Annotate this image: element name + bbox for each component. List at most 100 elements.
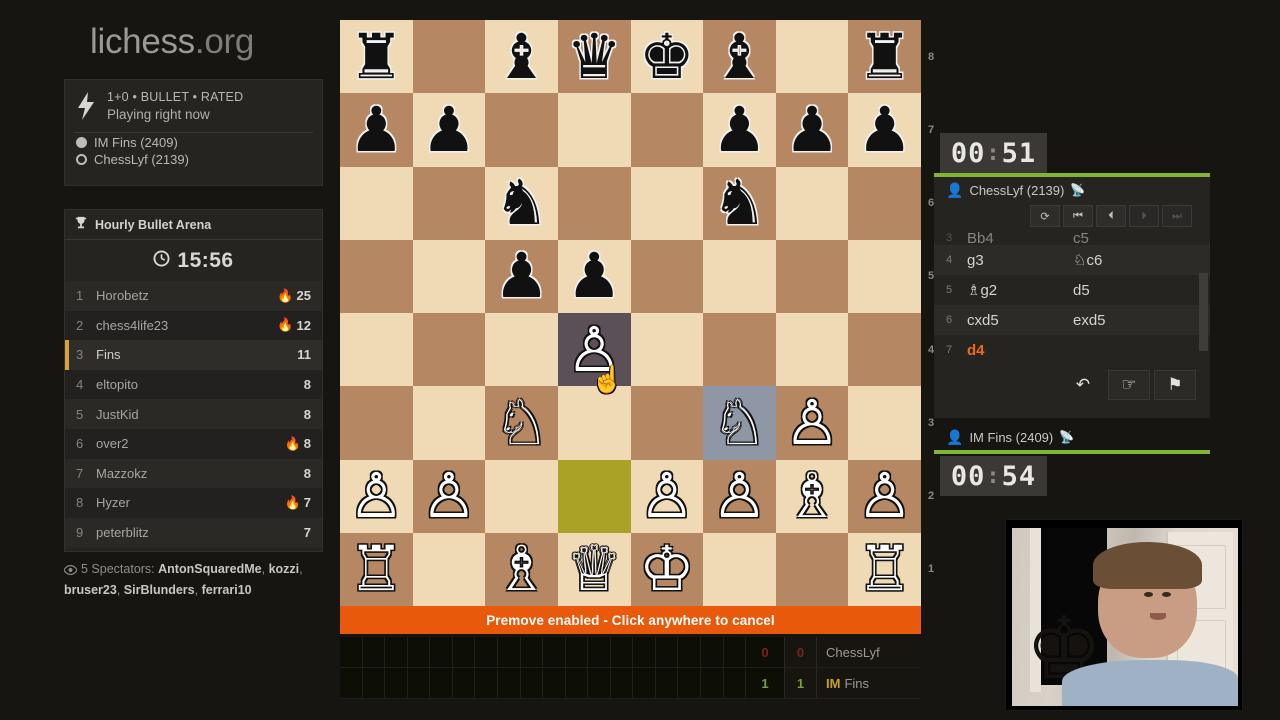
board-square-f3[interactable]: ♘ xyxy=(703,386,776,460)
piece-p-b7[interactable]: ♟ xyxy=(413,93,486,166)
chess-board[interactable]: ♜ ♝ ♛ ♚ ♝ ♜ ♟ ♟ ♟ ♟ ♟ ♞ ♞ ♟ ♟ ♙ ♘ ♘ ♙ ♙ ♙ ♙ ♙ ♗ ♙ ♖ ♗ ♕ ♔ ♖ xyxy=(340,20,921,606)
board-square-h8[interactable]: ♜ xyxy=(848,20,921,94)
piece-n-c6[interactable]: ♞ xyxy=(485,167,558,240)
piece-P-h2[interactable]: ♙ xyxy=(848,460,921,533)
board-square-e6[interactable] xyxy=(630,166,704,240)
board-square-h2[interactable]: ♙ xyxy=(848,459,921,533)
move-black[interactable]: c5 xyxy=(1070,231,1176,245)
board-square-f5[interactable] xyxy=(703,239,776,313)
board-square-d1[interactable]: ♕ xyxy=(557,532,631,606)
tournament-standing-row[interactable]: 7 Mazzokz 8 xyxy=(65,458,322,489)
board-square-g1[interactable] xyxy=(775,532,849,606)
move-black[interactable]: ♘c6 xyxy=(1070,251,1176,269)
chess-board-wrapper[interactable]: ♜ ♝ ♛ ♚ ♝ ♜ ♟ ♟ ♟ ♟ ♟ ♞ ♞ ♟ ♟ ♙ ♘ ♘ ♙ ♙ ♙ ♙ ♙ ♗ ♙ ♖ ♗ ♕ ♔ ♖ xyxy=(340,20,921,606)
opponent-player-bar[interactable]: 👤 ChessLyf (2139) 📡 xyxy=(934,177,1210,203)
board-square-g4[interactable] xyxy=(775,313,849,387)
board-square-d2[interactable] xyxy=(557,459,631,533)
self-player-bar[interactable]: 👤 IM Fins (2409) 📡 xyxy=(934,424,1210,450)
tournament-standing-row[interactable]: 5 JustKid 8 xyxy=(65,399,322,429)
board-square-c2[interactable] xyxy=(485,459,558,533)
move-black[interactable]: d5 xyxy=(1070,282,1176,299)
piece-p-d5[interactable]: ♟ xyxy=(558,240,631,313)
tournament-standing-row[interactable]: 6 over2 🔥 8 xyxy=(65,428,322,459)
prev-move-icon[interactable]: ⏴ xyxy=(1096,205,1126,227)
piece-P-b2[interactable]: ♙ xyxy=(413,460,486,533)
board-square-d3[interactable] xyxy=(557,386,631,460)
piece-K-e1[interactable]: ♔ xyxy=(631,533,704,606)
board-square-e4[interactable] xyxy=(630,313,704,387)
piece-p-h7[interactable]: ♟ xyxy=(848,93,921,166)
board-square-a1[interactable]: ♖ xyxy=(340,532,413,606)
board-square-h7[interactable]: ♟ xyxy=(848,93,921,167)
board-square-d7[interactable] xyxy=(557,93,631,167)
board-square-c5[interactable]: ♟ xyxy=(485,239,558,313)
piece-R-h1[interactable]: ♖ xyxy=(848,533,921,606)
move-white[interactable]: g3 xyxy=(964,252,1070,269)
board-square-h5[interactable] xyxy=(848,239,921,313)
board-square-a2[interactable]: ♙ xyxy=(340,459,413,533)
piece-P-d4[interactable]: ♙ xyxy=(558,313,631,386)
draw-offer-button[interactable]: ☞ xyxy=(1108,370,1150,400)
board-square-c7[interactable] xyxy=(485,93,558,167)
piece-R-a1[interactable]: ♖ xyxy=(340,533,413,606)
board-square-a4[interactable] xyxy=(340,313,413,387)
piece-q-d8[interactable]: ♛ xyxy=(558,20,631,93)
move-navigation-buttons[interactable]: ⟳ ⏮ ⏴ ⏵ ⏭ xyxy=(934,203,1210,231)
board-square-a5[interactable] xyxy=(340,239,413,313)
first-move-icon[interactable]: ⏮ xyxy=(1063,205,1093,227)
board-square-e5[interactable] xyxy=(630,239,704,313)
board-square-a8[interactable]: ♜ xyxy=(340,20,413,94)
board-square-d8[interactable]: ♛ xyxy=(557,20,631,94)
piece-P-g3[interactable]: ♙ xyxy=(776,386,849,459)
piece-k-e8[interactable]: ♚ xyxy=(631,20,704,93)
board-square-f6[interactable]: ♞ xyxy=(703,166,776,240)
board-square-a6[interactable] xyxy=(340,166,413,240)
resign-button[interactable]: ⚑ xyxy=(1154,370,1196,400)
tournament-header[interactable]: Hourly Bullet Arena xyxy=(65,210,322,240)
board-square-b2[interactable]: ♙ xyxy=(412,459,486,533)
premove-banner[interactable]: Premove enabled - Click anywhere to canc… xyxy=(340,606,921,634)
board-square-g2[interactable]: ♗ xyxy=(775,459,849,533)
board-square-b5[interactable] xyxy=(412,239,486,313)
move-list-scrollbar[interactable] xyxy=(1199,273,1208,351)
board-square-f4[interactable] xyxy=(703,313,776,387)
player-black-row[interactable]: ChessLyf (2139) xyxy=(65,150,322,167)
move-row[interactable]: 5 ♗g2 d5 xyxy=(934,275,1210,305)
piece-B-g2[interactable]: ♗ xyxy=(776,460,849,533)
board-square-c3[interactable]: ♘ xyxy=(485,386,558,460)
board-square-a3[interactable] xyxy=(340,386,413,460)
board-square-b7[interactable]: ♟ xyxy=(412,93,486,167)
move-white[interactable]: Bb4 xyxy=(964,231,1070,245)
piece-b-c8[interactable]: ♝ xyxy=(485,20,558,93)
board-square-b8[interactable] xyxy=(412,20,486,94)
piece-B-c1[interactable]: ♗ xyxy=(485,533,558,606)
flip-board-icon[interactable]: ⟳ xyxy=(1030,205,1060,227)
tournament-standing-row[interactable]: 4 eltopito 8 xyxy=(65,369,322,400)
move-row[interactable]: 7 d4 xyxy=(934,335,1210,362)
board-square-f2[interactable]: ♙ xyxy=(703,459,776,533)
piece-r-h8[interactable]: ♜ xyxy=(848,20,921,93)
board-square-g3[interactable]: ♙ xyxy=(775,386,849,460)
move-row[interactable]: 6 cxd5 exd5 xyxy=(934,305,1210,335)
tournament-standing-row[interactable]: 9 peterblitz 7 xyxy=(65,517,322,548)
move-white[interactable]: d4 xyxy=(964,342,1070,359)
takeback-button[interactable]: ↶ xyxy=(1062,370,1104,400)
board-square-e2[interactable]: ♙ xyxy=(630,459,704,533)
board-square-f8[interactable]: ♝ xyxy=(703,20,776,94)
piece-n-f6[interactable]: ♞ xyxy=(703,167,776,240)
board-square-b4[interactable] xyxy=(412,313,486,387)
board-square-c6[interactable]: ♞ xyxy=(485,166,558,240)
board-square-d4[interactable]: ♙ xyxy=(557,313,631,387)
board-square-g7[interactable]: ♟ xyxy=(775,93,849,167)
game-action-buttons[interactable]: ↶ ☞ ⚑ xyxy=(934,362,1210,406)
board-square-g6[interactable] xyxy=(775,166,849,240)
tournament-standing-row[interactable]: 1 Horobetz 🔥 25 xyxy=(65,281,322,311)
board-square-c1[interactable]: ♗ xyxy=(485,532,558,606)
board-square-c8[interactable]: ♝ xyxy=(485,20,558,94)
piece-P-e2[interactable]: ♙ xyxy=(631,460,704,533)
piece-N-f3[interactable]: ♘ xyxy=(703,386,776,459)
tournament-standing-row[interactable]: 8 Hyzer 🔥 7 xyxy=(65,488,322,518)
board-square-h3[interactable] xyxy=(848,386,921,460)
board-square-b3[interactable] xyxy=(412,386,486,460)
piece-P-a2[interactable]: ♙ xyxy=(340,460,413,533)
